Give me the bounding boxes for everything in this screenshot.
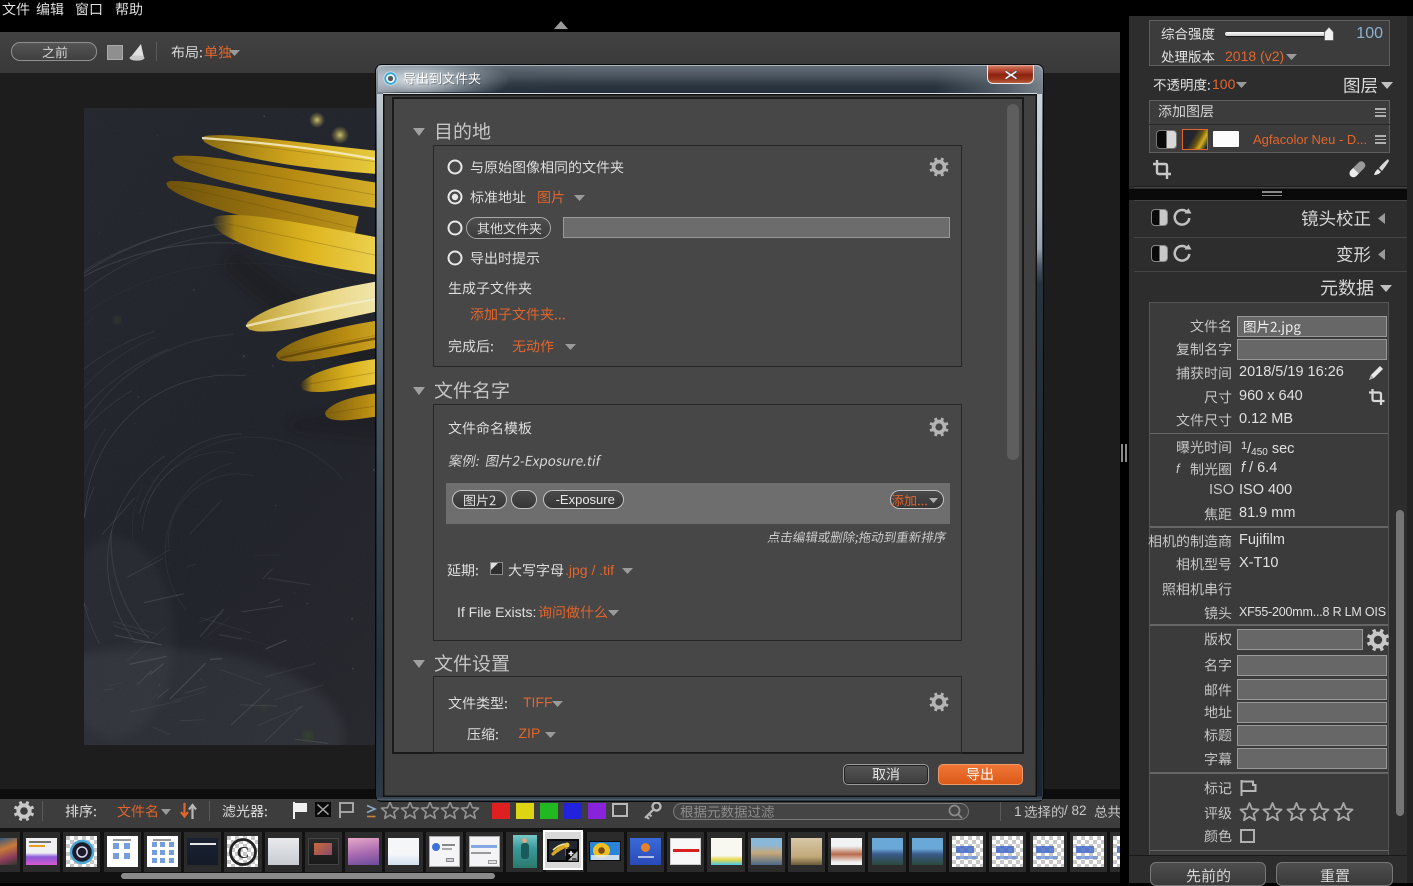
svg-text:C: C bbox=[237, 843, 249, 862]
